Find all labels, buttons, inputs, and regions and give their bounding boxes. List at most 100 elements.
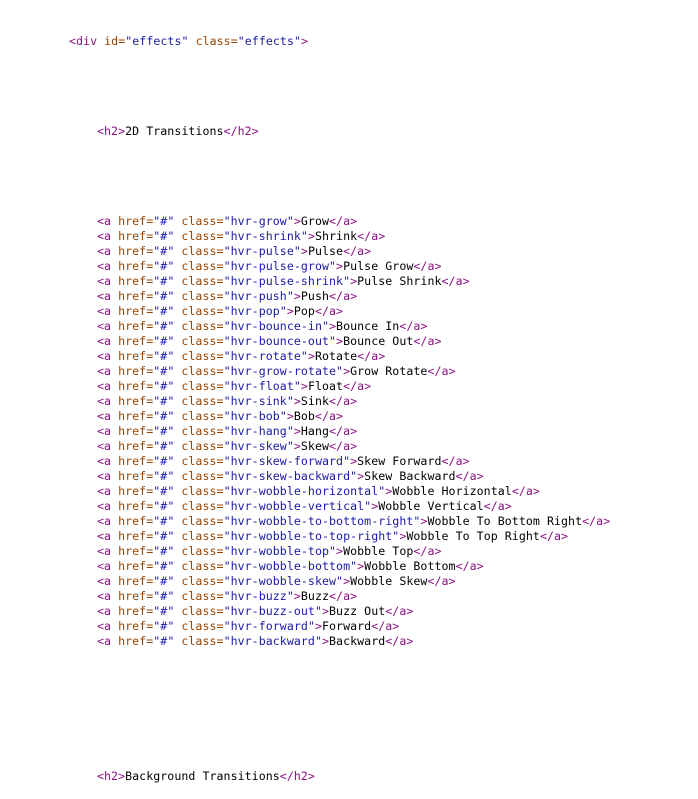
class-value: "hvr-pulse" [223,244,301,258]
class-value: "hvr-bounce-out" [223,334,337,348]
link-text: Wobble To Bottom Right [427,514,583,528]
href-value: "#" [153,394,175,408]
link-text: Pulse Shrink [357,274,442,288]
link-text: Push [300,289,330,303]
class-value: "hvr-skew-forward" [223,454,351,468]
class-value: "hvr-grow-rotate" [223,364,344,378]
href-value: "#" [153,259,175,273]
code-line-link: <a href="#" class="hvr-buzz">Buzz</a> [97,589,358,603]
link-text: Sink [300,394,330,408]
class-value: "hvr-buzz" [223,589,294,603]
code-line-link: <a href="#" class="hvr-wobble-to-bottom-… [97,514,611,528]
section-heading-background: Background Transitions [125,769,280,783]
class-value: "hvr-wobble-vertical" [223,499,372,513]
href-value: "#" [153,469,175,483]
code-view: <div id="effects" class="effects"> <h2>2… [69,4,610,799]
code-line-link: <a href="#" class="hvr-wobble-horizontal… [97,484,540,498]
href-value: "#" [153,364,175,378]
href-value: "#" [153,514,175,528]
div-id-value: "effects" [125,34,189,48]
class-value: "hvr-rotate" [223,349,308,363]
code-line-link: <a href="#" class="hvr-wobble-bottom">Wo… [97,559,484,573]
class-value: "hvr-buzz-out" [223,604,322,618]
href-value: "#" [153,424,175,438]
class-value: "hvr-wobble-to-bottom-right" [223,514,421,528]
code-line-link: <a href="#" class="hvr-buzz-out">Buzz Ou… [97,604,414,618]
code-line-link: <a href="#" class="hvr-wobble-top">Wobbl… [97,544,442,558]
link-text: Wobble Vertical [378,499,484,513]
code-line-link: <a href="#" class="hvr-skew-forward">Ske… [97,454,470,468]
link-text: Pop [293,304,315,318]
link-text: Shrink [314,229,358,243]
href-value: "#" [153,379,175,393]
link-text: Skew Backward [364,469,456,483]
link-text: Buzz [300,589,330,603]
div-class-value: "effects" [237,34,302,48]
link-text: Bounce In [336,319,400,333]
class-value: "hvr-backward" [223,634,322,648]
link-text: Grow Rotate [350,364,428,378]
code-line-link: <a href="#" class="hvr-hang">Hang</a> [97,424,358,438]
class-value: "hvr-bounce-in" [223,319,330,333]
code-line-link: <a href="#" class="hvr-forward">Forward<… [97,619,400,633]
link-text: Wobble Top [343,544,414,558]
class-value: "hvr-float" [223,379,301,393]
code-line-link: <a href="#" class="hvr-pulse-shrink">Pul… [97,274,470,288]
class-value: "hvr-shrink" [223,229,308,243]
code-line-link: <a href="#" class="hvr-grow-rotate">Grow… [97,364,456,378]
class-value: "hvr-skew-backward" [223,469,358,483]
code-line-link: <a href="#" class="hvr-wobble-skew">Wobb… [97,574,456,588]
code-line-link: <a href="#" class="hvr-pop">Pop</a> [97,304,344,318]
link-text: Skew Forward [357,454,442,468]
href-value: "#" [153,304,175,318]
class-value: "hvr-forward" [223,619,315,633]
href-value: "#" [153,619,175,633]
href-value: "#" [153,319,175,333]
link-text: Buzz Out [329,604,386,618]
link-text: Wobble Skew [350,574,428,588]
href-value: "#" [153,439,175,453]
code-line-link: <a href="#" class="hvr-sink">Sink</a> [97,394,358,408]
href-value: "#" [153,544,175,558]
link-text: Bob [293,409,315,423]
link-text: Skew [300,439,330,453]
link-text: Pulse [307,244,344,258]
link-text: Bounce Out [343,334,414,348]
href-value: "#" [153,214,175,228]
link-text: Wobble Bottom [364,559,456,573]
class-value: "hvr-hang" [223,424,294,438]
code-line-link: <a href="#" class="hvr-skew-backward">Sk… [97,469,484,483]
link-text: Wobble Horizontal [392,484,512,498]
class-value: "hvr-pulse-grow" [223,259,337,273]
link-text: Wobble To Top Right [406,529,540,543]
code-line-div-open: <div id="effects" class="effects"> [69,34,309,48]
href-value: "#" [153,559,175,573]
class-value: "hvr-bob" [223,409,287,423]
link-text: Backward [329,634,386,648]
class-value: "hvr-grow" [223,214,294,228]
link-text: Hang [300,424,330,438]
href-value: "#" [153,529,175,543]
href-value: "#" [153,499,175,513]
href-value: "#" [153,289,175,303]
link-text: Forward [322,619,372,633]
href-value: "#" [153,604,175,618]
code-line-link: <a href="#" class="hvr-bob">Bob</a> [97,409,344,423]
href-value: "#" [153,274,175,288]
class-value: "hvr-pulse-shrink" [223,274,351,288]
href-value: "#" [153,634,175,648]
class-value: "hvr-wobble-skew" [223,574,344,588]
code-line-h2-2d: <h2>2D Transitions</h2> [97,124,259,138]
class-value: "hvr-skew" [223,439,294,453]
class-value: "hvr-wobble-horizontal" [223,484,386,498]
class-value: "hvr-wobble-bottom" [223,559,358,573]
code-line-link: <a href="#" class="hvr-skew">Skew</a> [97,439,358,453]
code-line-link: <a href="#" class="hvr-wobble-to-top-rig… [97,529,569,543]
section-heading-2d: 2D Transitions [125,124,224,138]
class-value: "hvr-wobble-top" [223,544,337,558]
href-value: "#" [153,574,175,588]
class-value: "hvr-wobble-to-top-right" [223,529,400,543]
href-value: "#" [153,589,175,603]
code-line-link: <a href="#" class="hvr-pulse-grow">Pulse… [97,259,442,273]
href-value: "#" [153,244,175,258]
